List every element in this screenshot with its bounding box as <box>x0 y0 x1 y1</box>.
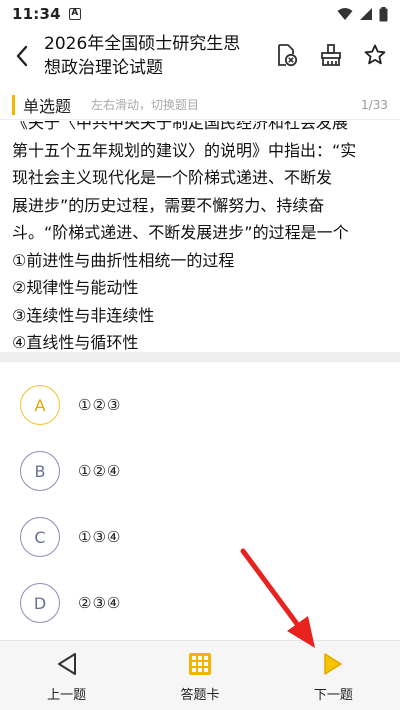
answer-card-button[interactable]: 答题卡 <box>133 641 266 710</box>
question-line: ②规律性与能动性 <box>12 278 139 297</box>
option-b-text: ①②④ <box>78 462 122 480</box>
back-arrow-icon <box>16 45 28 67</box>
favorite-button[interactable] <box>362 38 388 72</box>
swipe-hint: 左右滑动，切换题目 <box>91 98 200 112</box>
broom-icon <box>321 44 341 66</box>
question-line: 第十五个五年规划的建议〉的说明》中指出：“实 <box>12 140 357 160</box>
option-b[interactable]: B ①②④ <box>20 446 380 496</box>
wifi-icon <box>337 8 353 20</box>
question-line: ③连续性与非连续性 <box>12 305 155 325</box>
notification-icon: A <box>68 8 81 20</box>
grid-card-icon <box>188 653 211 675</box>
prev-question-button[interactable]: 上一题 <box>0 641 133 710</box>
answer-card-label: 答题卡 <box>180 688 220 703</box>
page-title: 2026年全国硕士研究生思 想政治理论试题 <box>44 32 258 80</box>
section-divider <box>0 352 400 362</box>
status-icons <box>337 6 388 22</box>
question-line: 现社会主义现代化是一个阶梯式递进、不断发 <box>12 168 333 187</box>
question-line: 展进步”的历史过程，需要不懈努力、持续奋 <box>12 195 325 215</box>
question-line: 斗。“阶梯式递进、不断发展进步”的过程是一个 <box>12 223 349 242</box>
back-button[interactable] <box>0 28 44 84</box>
option-a-text: ①②③ <box>78 396 122 414</box>
status-time: 11:34 <box>12 5 61 23</box>
next-question-button[interactable]: 下一题 <box>267 641 400 710</box>
header: 2026年全国硕士研究生思 想政治理论试题 <box>0 28 400 84</box>
option-a[interactable]: A ①②③ <box>20 380 380 430</box>
question-line: ①前进性与曲折性相统一的过程 <box>12 250 235 270</box>
battery-icon <box>379 6 388 21</box>
question-type-label: 单选题 <box>23 96 72 116</box>
option-d-circle: D <box>20 583 60 623</box>
option-d[interactable]: D ②③④ <box>20 578 380 628</box>
option-c[interactable]: C ①③④ <box>20 512 380 562</box>
question-line: 《关于〈中共中央关于制定国民经济和社会发展 <box>12 121 349 132</box>
delete-doc-button[interactable] <box>274 38 300 72</box>
delete-document-icon <box>278 44 298 67</box>
option-a-circle: A <box>20 385 60 425</box>
option-c-circle: C <box>20 517 60 557</box>
signal-icon <box>360 8 372 20</box>
title-line-2: 想政治理论试题 <box>44 58 163 78</box>
option-c-text: ①③④ <box>78 528 122 546</box>
question-stem: 《关于〈中共中央关于制定国民经济和社会发展第十五个五年规划的建议〉的说明》中指出… <box>0 121 400 351</box>
option-d-text: ②③④ <box>78 594 122 612</box>
status-bar: 11:34 A <box>0 0 400 28</box>
question-text: 《关于〈中共中央关于制定国民经济和社会发展第十五个五年规划的建议〉的说明》中指出… <box>12 121 390 351</box>
card-icon-wrap <box>188 648 212 680</box>
clear-button[interactable] <box>318 38 344 72</box>
question-line: ④直线性与循环性 <box>12 333 139 351</box>
bottom-nav: 上一题 答题卡 下一题 <box>0 640 400 710</box>
title-line-1: 2026年全国硕士研究生思 <box>44 34 241 54</box>
next-triangle-icon <box>324 653 343 675</box>
prev-icon-wrap <box>55 648 79 680</box>
question-type-bar: 单选题 左右滑动，切换题目 1/33 <box>0 90 400 120</box>
next-icon-wrap <box>321 648 345 680</box>
next-question-label: 下一题 <box>313 688 353 703</box>
question-counter: 1/33 <box>361 97 388 112</box>
type-accent-bar <box>12 94 15 115</box>
option-b-circle: B <box>20 451 60 491</box>
header-actions <box>274 38 388 72</box>
prev-question-label: 上一题 <box>47 688 87 703</box>
prev-triangle-icon <box>57 653 76 675</box>
star-icon <box>364 44 386 65</box>
